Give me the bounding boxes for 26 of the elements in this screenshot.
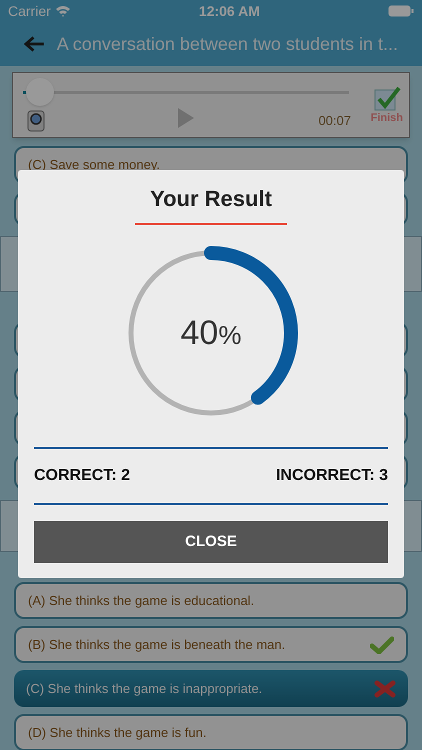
percent-value: 40% <box>180 312 242 354</box>
check-icon <box>370 636 394 654</box>
checkbox-tick-icon <box>372 85 401 113</box>
finish-button[interactable]: Finish <box>370 85 403 124</box>
clock: 12:06 AM <box>198 2 260 20</box>
carrier-label: Carrier <box>8 2 51 20</box>
answer-option[interactable]: (A) She thinks the game is educational. <box>14 582 408 619</box>
slider-thumb[interactable] <box>26 78 54 106</box>
page-title: A conversation between two students in t... <box>56 32 398 56</box>
wifi-icon <box>54 5 71 17</box>
cross-icon <box>374 680 396 698</box>
option-text: (D) She thinks the game is fun. <box>28 724 206 742</box>
answer-option[interactable]: (C) She thinks the game is inappropriate. <box>14 670 408 707</box>
back-arrow-icon[interactable] <box>24 35 45 53</box>
play-icon[interactable] <box>177 107 195 129</box>
option-text: (C) She thinks the game is inappropriate. <box>26 680 262 698</box>
incorrect-count: INCORRECT: 3 <box>276 466 388 486</box>
answer-option[interactable]: (D) She thinks the game is fun. <box>14 714 408 750</box>
option-text: (A) She thinks the game is educational. <box>28 592 254 610</box>
elapsed-time: 00:07 <box>318 112 351 130</box>
answer-option[interactable]: (B) She thinks the game is beneath the man. <box>14 626 408 663</box>
close-button[interactable]: CLOSE <box>34 521 388 563</box>
dialog-title: Your Result <box>150 185 272 213</box>
correct-count: CORRECT: 2 <box>34 466 130 486</box>
option-text: (B) She thinks the game is beneath the man. <box>28 636 286 654</box>
battery-icon <box>388 5 414 17</box>
